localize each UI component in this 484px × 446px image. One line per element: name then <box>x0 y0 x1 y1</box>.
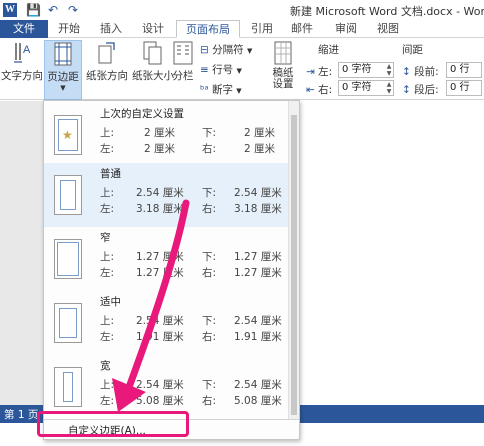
scrollbar-thumb[interactable] <box>291 115 297 415</box>
margins-button[interactable]: 页边距 ▼ <box>44 40 82 100</box>
orientation-icon <box>98 42 115 64</box>
tab-home[interactable]: 开始 <box>52 20 86 38</box>
redo-icon[interactable]: ↷ <box>66 3 80 17</box>
line-numbers-button[interactable]: ≡ 行号 ▼ <box>200 62 242 77</box>
margin-preset-last-custom[interactable]: ★ 上次的自定义设置 上: 2 厘米 下: 2 厘米 左: 2 厘米 右: 2 … <box>44 103 289 167</box>
columns-label: 分栏 <box>172 70 194 82</box>
margin-preview-icon: ★ <box>54 115 82 155</box>
line-numbers-label: 行号 <box>212 64 234 76</box>
svg-text:A: A <box>23 44 31 56</box>
hyphenation-button[interactable]: ᵇᵃ 断字 ▼ <box>200 82 242 97</box>
hyphenation-icon: ᵇᵃ <box>200 84 209 96</box>
chevron-down-icon: ▼ <box>247 47 253 55</box>
line-numbers-icon: ≡ <box>200 64 209 76</box>
tab-insert[interactable]: 插入 <box>94 20 128 38</box>
space-before-label: ↕ 段前: <box>402 66 439 78</box>
margin-preset-wide[interactable]: 宽 上: 2.54 厘米 下: 2.54 厘米 左: 5.08 厘米 右: 5.… <box>44 355 289 419</box>
tab-mailings[interactable]: 邮件 <box>286 20 318 38</box>
margin-preset-moderate[interactable]: 适中 上: 2.54 厘米 下: 2.54 厘米 左: 1.91 厘米 右: 1… <box>44 291 289 355</box>
breaks-button[interactable]: ⊟ 分隔符 ▼ <box>200 42 252 57</box>
spacing-header: 间距 <box>402 44 423 56</box>
indent-header: 缩进 <box>318 44 339 56</box>
chevron-down-icon: ▼ <box>60 84 66 92</box>
margin-preview-icon <box>54 239 82 279</box>
word-logo-icon: W <box>3 3 17 17</box>
space-before-input[interactable]: 0 行 <box>446 62 482 78</box>
menu-scrollbar[interactable] <box>288 101 299 439</box>
indent-left-icon: ⇥ <box>306 66 315 78</box>
window-title: 新建 Microsoft Word 文档.docx - Word <box>290 5 484 18</box>
tab-page-layout[interactable]: 页面布局 <box>176 20 240 38</box>
tab-file[interactable]: 文件 <box>0 20 48 38</box>
spinner-icon[interactable]: ▲ ▼ <box>385 63 393 77</box>
tab-references[interactable]: 引用 <box>246 20 278 38</box>
margin-preview-icon <box>54 175 82 215</box>
space-after-input[interactable]: 0 行 <box>446 80 482 96</box>
ribbon-tabs: 文件 开始 插入 设计 页面布局 引用 邮件 审阅 视图 <box>0 20 484 38</box>
text-direction-icon: A <box>14 43 31 63</box>
save-icon[interactable]: 💾 <box>26 3 41 17</box>
space-after-label: ↕ 段后: <box>402 84 439 96</box>
tab-review[interactable]: 审阅 <box>330 20 362 38</box>
spinner-icon[interactable]: ▲ ▼ <box>385 81 393 95</box>
undo-icon[interactable]: ↶ <box>46 3 60 17</box>
indent-left-label: ⇥ 左: <box>306 66 333 78</box>
space-before-icon: ↕ <box>402 66 411 78</box>
space-after-icon: ↕ <box>402 84 411 96</box>
breaks-icon: ⊟ <box>200 44 209 56</box>
orientation-button[interactable]: 纸张方向 <box>84 40 130 83</box>
star-icon: ★ <box>62 128 73 142</box>
draft-paper-button[interactable]: 稿纸 设置 <box>268 40 298 90</box>
tab-design[interactable]: 设计 <box>136 20 170 38</box>
columns-icon <box>173 41 193 65</box>
margin-preset-narrow[interactable]: 窄 上: 1.27 厘米 下: 1.27 厘米 左: 1.27 厘米 右: 1.… <box>44 227 289 291</box>
margins-dropdown: ★ 上次的自定义设置 上: 2 厘米 下: 2 厘米 左: 2 厘米 右: 2 … <box>43 100 300 440</box>
indent-left-input[interactable]: 0 字符 ▲ ▼ <box>338 62 394 78</box>
text-direction-button[interactable]: A 文字方向 <box>0 40 44 83</box>
text-direction-label: 文字方向 <box>1 70 43 82</box>
draft-paper-icon <box>274 41 292 65</box>
columns-button[interactable]: 分栏 <box>170 40 196 83</box>
indent-right-input[interactable]: 0 字符 ▲ ▼ <box>338 80 394 96</box>
ribbon-page-layout: A 文字方向 页边距 ▼ 纸张方向 纸张大小 分栏 ⊟ 分隔符 ▼ ≡ 行号 ▼… <box>0 38 484 115</box>
margins-label: 页边距 <box>47 71 79 83</box>
indent-right-label: ⇤ 右: <box>306 84 333 96</box>
orientation-label: 纸张方向 <box>86 70 128 82</box>
chevron-down-icon: ▼ <box>236 67 242 75</box>
margins-icon <box>54 42 72 66</box>
hyphenation-label: 断字 <box>211 84 233 96</box>
chevron-down-icon: ▼ <box>236 87 242 95</box>
tab-view[interactable]: 视图 <box>372 20 404 38</box>
margin-preset-normal[interactable]: 普通 上: 2.54 厘米 下: 2.54 厘米 左: 3.18 厘米 右: 3… <box>44 163 289 227</box>
margin-preview-icon <box>54 367 82 407</box>
paper-size-icon <box>143 41 162 65</box>
margin-preview-icon <box>54 303 82 343</box>
breaks-label: 分隔符 <box>212 44 244 56</box>
draft-paper-label: 稿纸 设置 <box>272 67 294 90</box>
highlight-annotation <box>37 411 189 437</box>
indent-right-icon: ⇤ <box>306 84 315 96</box>
page-count[interactable]: 第 1 页 <box>4 407 38 422</box>
title-bar: W 💾 ↶ ↷ 新建 Microsoft Word 文档.docx - Word <box>0 0 484 20</box>
